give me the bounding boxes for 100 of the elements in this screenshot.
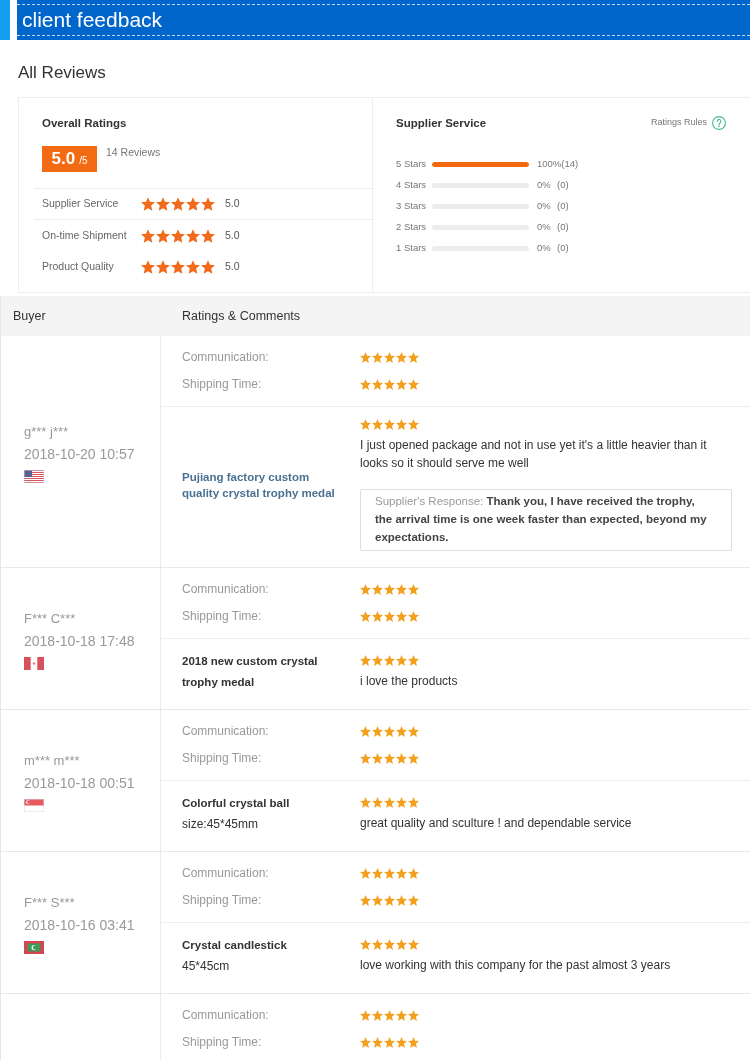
star-icon [186, 259, 200, 274]
percent-text: 0% [537, 200, 552, 213]
review-date: 2018-10-18 17:48 [24, 631, 135, 651]
flag-icon [24, 469, 44, 483]
star-icon [384, 895, 395, 906]
star-level-label: 1 Stars [396, 242, 428, 255]
star-icon [360, 895, 371, 906]
star-icon [384, 654, 395, 666]
percent-text: 100% [537, 158, 562, 171]
star-icon [396, 868, 407, 879]
rating-label: Shipping Time: [182, 608, 263, 625]
star-level-label: 5 Stars [396, 158, 428, 171]
star-icon [171, 259, 185, 274]
star-icon [372, 868, 383, 879]
star-icon [372, 611, 383, 622]
star-icon [360, 1010, 371, 1021]
star-icon [384, 584, 395, 595]
star-icon [372, 938, 383, 950]
star-icon [372, 796, 383, 808]
flag-icon [24, 940, 44, 954]
page-heading: All Reviews [18, 62, 107, 84]
category-score: 5.0 [225, 259, 240, 274]
star-level-label: 3 Stars [396, 200, 428, 213]
star-icon [408, 584, 419, 595]
supplier-response: Supplier's Response: Thank you, I have received the trophy, the arrival time is one week faster than expected, beyond my expectations. [360, 489, 732, 551]
product-spec: 45*45cm [182, 958, 231, 975]
star-icon [372, 1010, 383, 1021]
buyer-name: F*** C*** [24, 609, 76, 628]
star-icon [396, 352, 407, 363]
product-link[interactable]: Pujiang factory custom quality crystal trophy medal [182, 469, 340, 501]
star-icon [360, 726, 371, 737]
star-icon [360, 938, 371, 950]
star-icon [384, 352, 395, 363]
category-score: 5.0 [225, 228, 240, 243]
rating-label: Shipping Time: [182, 892, 263, 909]
star-icon [384, 796, 395, 808]
rating-label: Communication: [182, 723, 270, 740]
star-icon [372, 419, 383, 430]
star-icon [396, 796, 407, 808]
star-icon [408, 726, 419, 737]
star-icon [408, 611, 419, 622]
star-icon [384, 726, 395, 737]
star-icon [396, 379, 407, 390]
count-text: (0) [557, 179, 569, 192]
star-icon [141, 197, 155, 211]
star-icon [408, 1010, 419, 1021]
column-header: Buyer [12, 307, 47, 325]
product-spec: size:45*45mm [182, 816, 260, 833]
review-date: 2018-10-20 10:57 [24, 444, 135, 464]
rating-label: Shipping Time: [182, 1034, 263, 1051]
category-score: 5.0 [225, 197, 240, 211]
star-icon [408, 419, 419, 430]
star-icon [408, 938, 419, 950]
buyer-name: g*** j*** [24, 422, 69, 441]
star-icon [360, 1037, 371, 1048]
flag-icon [24, 656, 44, 670]
star-icon [141, 228, 155, 243]
star-icon [372, 654, 383, 666]
percent-text: 0% [537, 179, 552, 192]
flag-icon [24, 798, 44, 812]
rating-label: Shipping Time: [182, 750, 263, 767]
star-icon [396, 611, 407, 622]
star-icon [171, 228, 185, 243]
category-label: Supplier Service [42, 197, 120, 211]
star-icon [396, 1010, 407, 1021]
review-comment: great quality and sculture ! and dependable service [360, 814, 633, 832]
star-icon [384, 753, 395, 764]
star-icon [384, 1037, 395, 1048]
star-icon [171, 197, 185, 211]
star-icon [360, 868, 371, 879]
review-comment: love working with this company for the past almost 3 years [360, 956, 672, 974]
star-icon [156, 259, 170, 274]
star-icon [384, 1010, 395, 1021]
star-level-label: 2 Stars [396, 221, 428, 234]
review-comment: i love the products [360, 672, 459, 690]
help-icon[interactable] [712, 116, 726, 130]
rating-label: Communication: [182, 865, 270, 882]
star-icon [408, 796, 419, 808]
star-icon [201, 259, 215, 274]
star-icon [360, 654, 371, 666]
score-scale: /5 [79, 155, 88, 167]
star-icon [396, 726, 407, 737]
star-icon [396, 654, 407, 666]
accent-stripe [0, 0, 10, 40]
star-icon [408, 868, 419, 879]
rating-label: Communication: [182, 1007, 270, 1024]
star-icon [384, 938, 395, 950]
star-icon [408, 1037, 419, 1048]
star-icon [360, 753, 371, 764]
score-value: 5.0 [51, 149, 76, 169]
ratings-rules-link[interactable]: Ratings Rules [650, 117, 707, 129]
buyer-name: F*** S*** [24, 893, 75, 912]
card-title: Supplier Service [396, 116, 487, 130]
star-icon [384, 379, 395, 390]
count-text: (0) [557, 242, 569, 255]
rating-label: Communication: [182, 349, 270, 366]
star-icon [384, 419, 395, 430]
percent-text: 0% [537, 221, 552, 234]
rating-label: Shipping Time: [182, 376, 263, 393]
star-icon [360, 796, 371, 808]
